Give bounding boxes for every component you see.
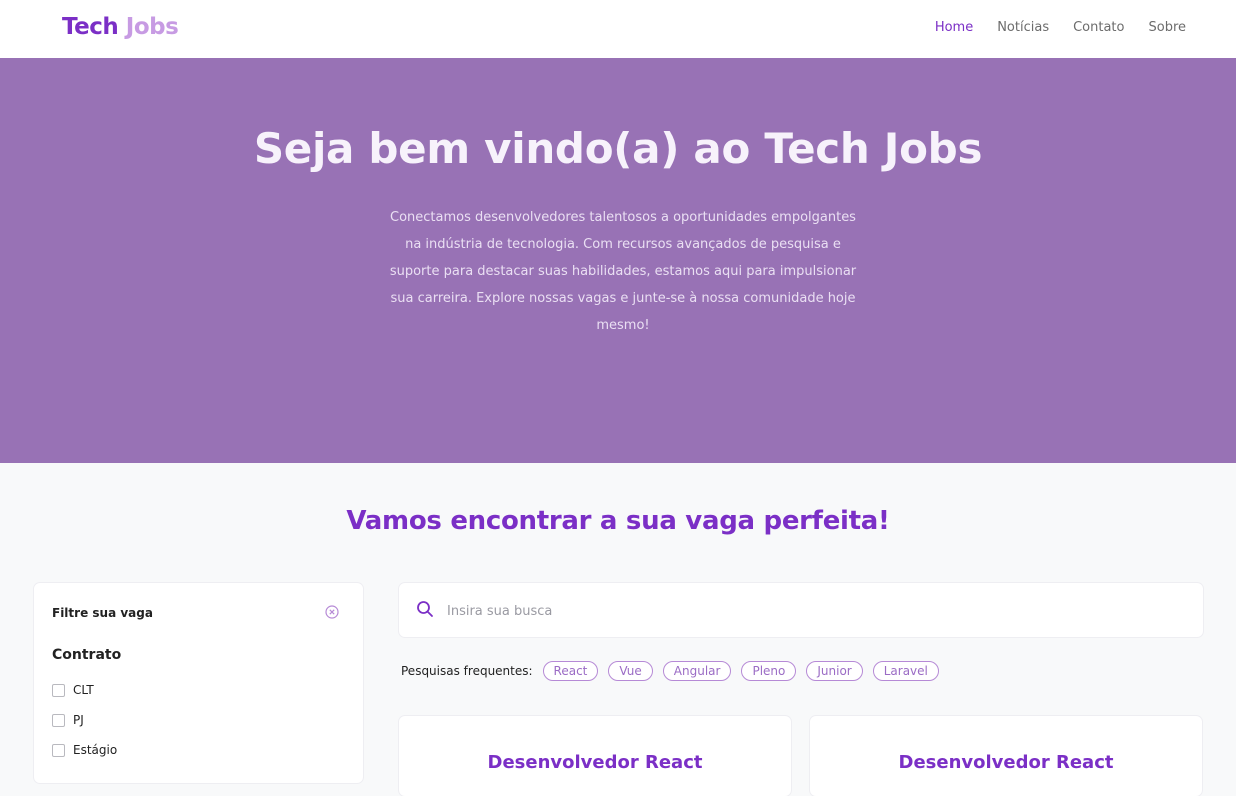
- hero-banner: Seja bem vindo(a) ao Tech Jobs Conectamo…: [0, 58, 1236, 463]
- checkbox-clt[interactable]: CLT: [52, 683, 94, 697]
- frequent-searches-label: Pesquisas frequentes:: [401, 664, 533, 678]
- search-bar: [399, 583, 1203, 637]
- search-input[interactable]: [445, 597, 1149, 625]
- nav-link-sobre[interactable]: Sobre: [1148, 20, 1186, 35]
- filter-title: Filtre sua vaga: [52, 606, 153, 620]
- contract-heading: Contrato: [52, 647, 122, 663]
- top-header: Tech Jobs Home Notícias Contato Sobre: [0, 0, 1236, 58]
- chip-laravel[interactable]: Laravel: [872, 661, 939, 681]
- checkbox-box[interactable]: [52, 743, 65, 757]
- checkbox-box[interactable]: [52, 713, 65, 727]
- checkbox-estagio[interactable]: Estágio: [52, 743, 117, 757]
- logo-text-jobs: Jobs: [125, 14, 179, 40]
- nav-link-noticias[interactable]: Notícias: [997, 20, 1049, 35]
- nav-link-contato[interactable]: Contato: [1073, 20, 1124, 35]
- hero-description-line: sua carreira. Explore nossas vagas e jun…: [390, 291, 856, 306]
- job-card[interactable]: Desenvolvedor React: [810, 716, 1202, 796]
- chip-vue[interactable]: Vue: [608, 661, 653, 681]
- chip-pleno[interactable]: Pleno: [741, 661, 797, 681]
- hero-description: Conectamos desenvolvedores talentosos a …: [335, 204, 911, 339]
- chip-angular[interactable]: Angular: [662, 661, 732, 681]
- filter-panel: Filtre sua vaga Contrato CLT PJ Estágio: [34, 583, 363, 783]
- job-card-title: Desenvolvedor React: [487, 752, 703, 773]
- chip-react[interactable]: React: [542, 661, 599, 681]
- section-title: Vamos encontrar a sua vaga perfeita!: [346, 506, 890, 536]
- main-nav: Home Notícias Contato Sobre: [935, 20, 1186, 35]
- chip-junior[interactable]: Junior: [806, 661, 863, 681]
- clear-circle-icon[interactable]: [325, 605, 339, 619]
- hero-description-line: Conectamos desenvolvedores talentosos a …: [390, 210, 856, 225]
- nav-link-home[interactable]: Home: [935, 20, 973, 35]
- checkbox-pj[interactable]: PJ: [52, 713, 84, 727]
- logo[interactable]: Tech Jobs: [62, 14, 179, 40]
- job-card-title: Desenvolvedor React: [898, 752, 1114, 773]
- checkbox-label: CLT: [73, 683, 94, 697]
- job-card[interactable]: Desenvolvedor React: [399, 716, 791, 796]
- search-icon: [417, 601, 433, 617]
- checkbox-label: PJ: [73, 713, 84, 727]
- frequent-searches: Pesquisas frequentes: React Vue Angular …: [401, 661, 939, 681]
- hero-title: Seja bem vindo(a) ao Tech Jobs: [253, 124, 983, 173]
- hero-description-line: suporte para destacar suas habilidades, …: [389, 264, 857, 279]
- logo-text-tech: Tech: [62, 14, 119, 40]
- checkbox-box[interactable]: [52, 683, 65, 697]
- checkbox-label: Estágio: [73, 743, 118, 757]
- hero-description-line: na indústria de tecnologia. Com recursos…: [405, 237, 841, 252]
- hero-description-line: mesmo!: [596, 318, 650, 333]
